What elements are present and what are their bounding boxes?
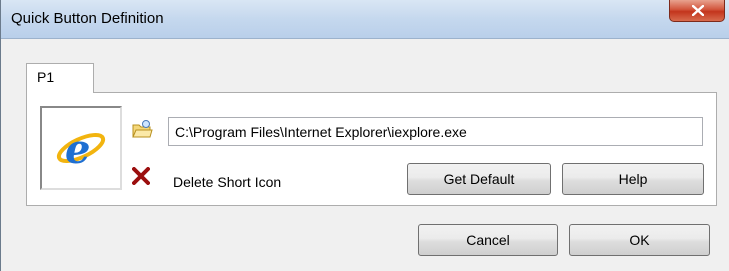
svg-text:e: e (65, 126, 90, 173)
get-default-button[interactable]: Get Default (407, 163, 551, 195)
tab-p1[interactable]: P1 (26, 63, 94, 93)
internet-explorer-icon: e (56, 126, 106, 173)
window-title: Quick Button Definition (11, 10, 164, 27)
ok-button[interactable]: OK (569, 224, 710, 256)
tab-panel: e Delete Short Icon Get Default Help (26, 92, 717, 206)
delete-icon[interactable] (132, 167, 150, 185)
help-button[interactable]: Help (562, 163, 704, 195)
program-icon-preview[interactable]: e (40, 106, 122, 190)
delete-short-icon-label[interactable]: Delete Short Icon (173, 174, 281, 190)
quick-button-dialog: Quick Button Definition P1 e Delete Shor… (0, 0, 729, 271)
cancel-button[interactable]: Cancel (418, 224, 558, 256)
title-bar[interactable]: Quick Button Definition (1, 0, 729, 39)
program-path-input[interactable] (168, 117, 703, 146)
close-button[interactable] (669, 0, 725, 22)
tab-p1-label: P1 (37, 69, 55, 85)
close-icon (692, 5, 704, 16)
browse-folder-icon[interactable] (131, 119, 153, 139)
